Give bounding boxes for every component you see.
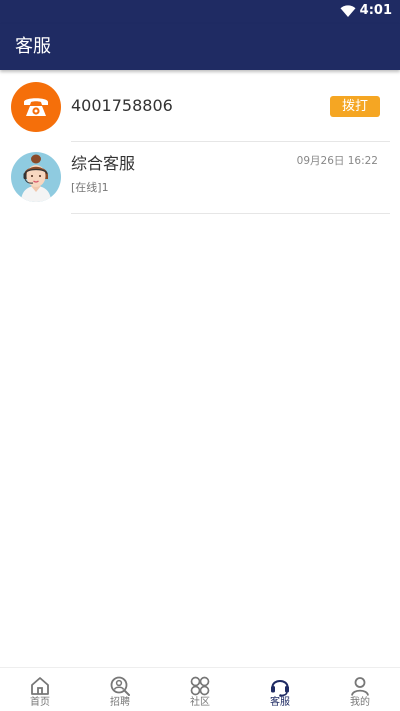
nav-item-home[interactable]: 首页 — [0, 668, 80, 711]
nav-label-profile: 我的 — [350, 697, 370, 708]
wifi-icon — [340, 5, 356, 17]
hotline-number: 4001758806 — [71, 96, 173, 115]
page-title: 客服 — [15, 36, 51, 57]
nav-item-profile[interactable]: 我的 — [320, 668, 400, 711]
chat-name: 综合客服 — [71, 154, 136, 173]
bottom-navigation: 首页 招聘 社区 客服 我的 — [0, 667, 400, 711]
nav-label-service: 客服 — [270, 697, 290, 708]
app-bar: 客服 — [0, 24, 400, 70]
dial-button[interactable]: 拨打 — [330, 96, 380, 117]
status-time: 4:01 — [359, 3, 392, 18]
recruit-search-icon — [110, 676, 130, 696]
nav-item-recruit[interactable]: 招聘 — [80, 668, 160, 711]
agent-portrait-icon — [21, 154, 51, 202]
hotline-avatar — [11, 82, 61, 132]
customer-service-screen: 4:01 客服 4001758806 拨打 综合客服 09月26日 16:22 … — [0, 0, 400, 711]
home-icon — [31, 677, 49, 695]
community-icon — [190, 676, 210, 696]
nav-label-community: 社区 — [190, 697, 210, 708]
profile-icon — [351, 677, 369, 696]
row-divider — [71, 213, 390, 214]
chat-row[interactable]: 综合客服 09月26日 16:22 [在线]1 — [0, 142, 400, 214]
nav-label-home: 首页 — [30, 697, 50, 708]
agent-avatar — [11, 152, 61, 202]
headset-icon — [271, 680, 289, 697]
hotline-row[interactable]: 4001758806 拨打 — [0, 72, 400, 142]
status-bar: 4:01 — [0, 0, 400, 24]
chat-status: [在线]1 — [71, 181, 109, 194]
telephone-icon — [24, 98, 48, 116]
nav-item-community[interactable]: 社区 — [160, 668, 240, 711]
nav-label-recruit: 招聘 — [110, 697, 130, 708]
chat-timestamp: 09月26日 16:22 — [296, 155, 378, 167]
nav-item-service[interactable]: 客服 — [240, 668, 320, 711]
